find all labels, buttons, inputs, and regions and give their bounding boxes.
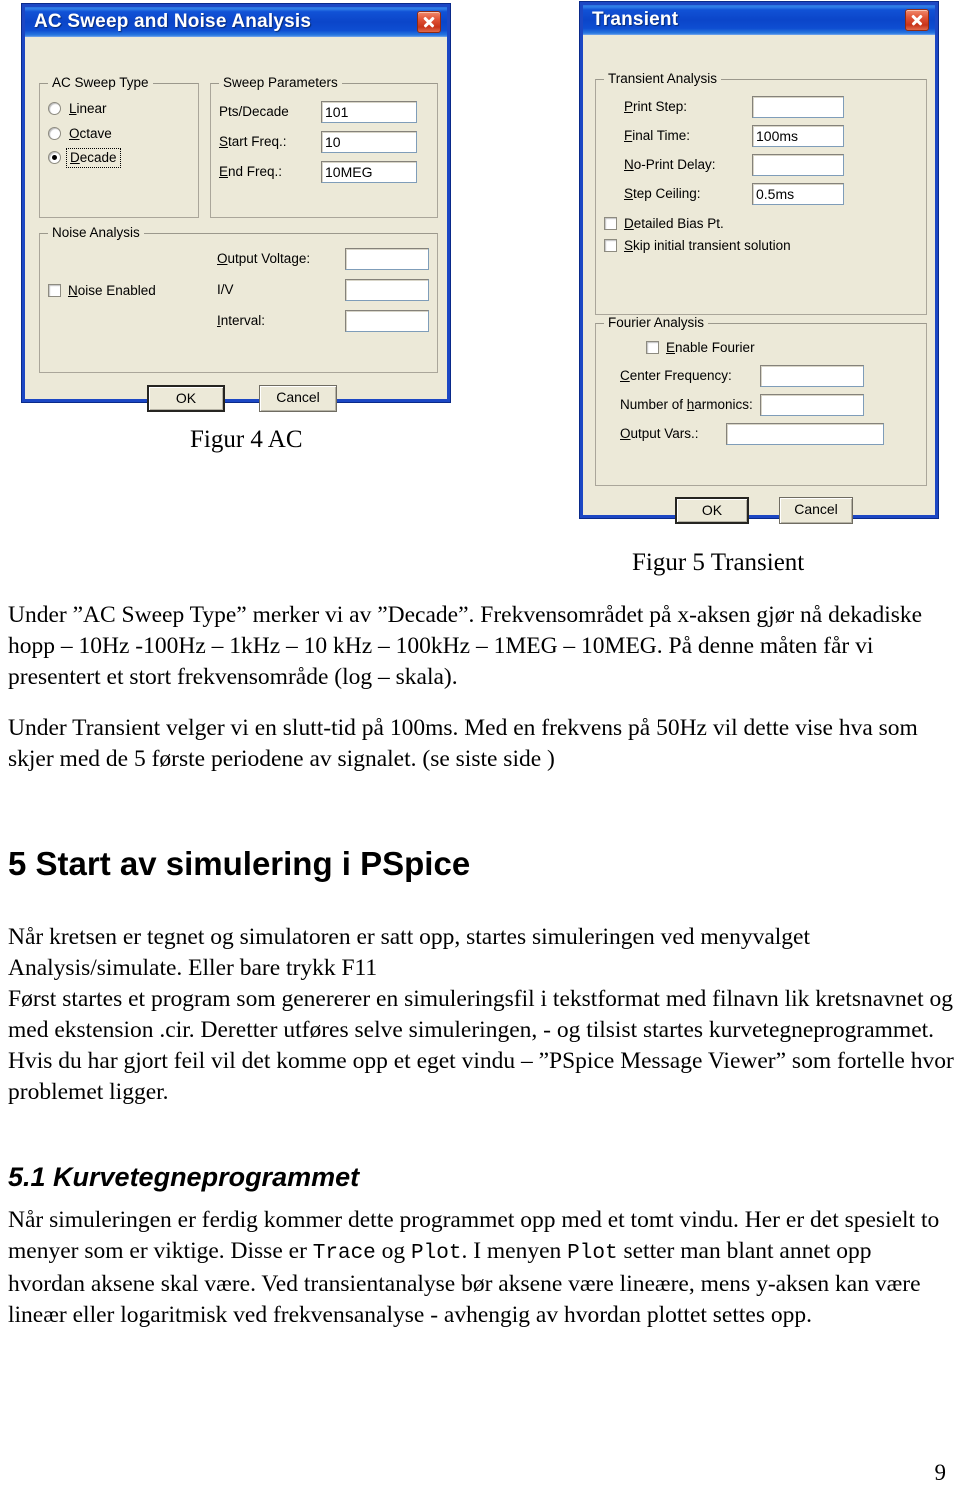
number-of-harmonics-input[interactable]: [760, 393, 864, 416]
label-iv: I/V: [217, 282, 234, 298]
output-voltage-input[interactable]: [345, 248, 429, 270]
start-freq-input[interactable]: 10: [321, 131, 417, 153]
paragraph-simulering-line2: Analysis/simulate. Eller bare trykk F11: [8, 955, 378, 981]
ac-cancel-button[interactable]: Cancel: [259, 385, 337, 412]
transient-ok-button[interactable]: OK: [675, 497, 749, 524]
field-row-pts-decade: Pts/Decade 101: [219, 101, 429, 123]
field-row-interval: Interval:: [217, 310, 429, 332]
ac-sweep-noise-analysis-dialog: AC Sweep and Noise Analysis AC Sweep Typ…: [22, 4, 450, 412]
iv-input[interactable]: [345, 279, 429, 301]
noise-analysis-group: Noise Analysis Noise Enabled Output Volt…: [39, 225, 438, 373]
radio-icon-decade[interactable]: [48, 151, 61, 165]
checkbox-icon-enable-fourier[interactable]: [646, 341, 659, 355]
label-center-frequency: Center Frequency:: [620, 367, 732, 383]
radio-label-decade: Decade: [66, 148, 121, 168]
label-end-freq: End Freq.:: [219, 164, 283, 180]
figure-caption-5: Figur 5 Transient: [632, 549, 805, 576]
checkbox-icon-detailed-bias-pt[interactable]: [604, 217, 617, 231]
detailed-bias-pt-row[interactable]: Detailed Bias Pt.: [604, 217, 918, 231]
label-start-freq: Start Freq.:: [219, 134, 287, 150]
heading-kurvetegneprogrammet: 5.1 Kurvetegneprogrammet: [8, 1162, 360, 1192]
print-step-input[interactable]: [752, 96, 844, 118]
final-time-input[interactable]: 100ms: [752, 125, 844, 147]
label-detailed-bias-pt: Detailed Bias Pt.: [624, 216, 724, 231]
label-interval: Interval:: [217, 313, 266, 329]
transient-dialog-body: Transient Analysis Print Step: Final Tim…: [583, 35, 935, 524]
end-freq-input[interactable]: 10MEG: [321, 161, 417, 183]
enable-fourier-row[interactable]: Enable Fourier: [646, 341, 918, 355]
skip-initial-transient-row[interactable]: Skip initial transient solution: [604, 237, 918, 253]
para4-text-b: og: [375, 1238, 412, 1264]
fourier-analysis-group: Fourier Analysis Enable Fourier Center F…: [595, 315, 927, 486]
label-output-voltage: Output Voltage:: [217, 251, 311, 267]
page-number: 9: [934, 1460, 947, 1485]
paragraph-simulering-rest: Først startes et program som genererer e…: [8, 986, 954, 1105]
radio-option-linear[interactable]: LLinearinear: [48, 102, 190, 116]
output-vars-input[interactable]: [726, 422, 884, 445]
field-row-output-voltage: Output Voltage:: [217, 248, 429, 270]
close-icon[interactable]: [905, 9, 929, 31]
field-row-step-ceiling: Step Ceiling: 0.5ms: [604, 183, 918, 205]
noise-enabled-row[interactable]: Noise Enabled: [48, 284, 217, 298]
para4-menu-trace: Trace: [312, 1242, 376, 1265]
label-step-ceiling: Step Ceiling:: [624, 186, 701, 202]
label-print-step: Print Step:: [624, 99, 688, 115]
fourier-analysis-legend: Fourier Analysis: [604, 315, 709, 330]
noise-analysis-legend: Noise Analysis: [48, 225, 144, 240]
field-row-start-freq: Start Freq.: 10: [219, 131, 429, 153]
paragraph-kurvetegneprogrammet: Når simuleringen er ferdig kommer dette …: [8, 1205, 954, 1331]
transient-cancel-button[interactable]: Cancel: [779, 497, 853, 524]
close-icon[interactable]: [417, 11, 441, 33]
field-row-final-time: Final Time: 100ms: [604, 125, 918, 147]
field-row-end-freq: End Freq.: 10MEG: [219, 161, 429, 183]
transient-dialog-title: Transient: [592, 9, 679, 30]
field-row-iv: I/V: [217, 279, 429, 301]
label-enable-fourier: Enable Fourier: [666, 340, 755, 355]
label-pts-decade: Pts/Decade: [219, 104, 289, 120]
radio-icon-linear[interactable]: [48, 102, 61, 116]
field-row-output-vars: Output Vars.:: [604, 422, 918, 445]
transient-analysis-legend: Transient Analysis: [604, 71, 722, 86]
heading-start-av-simulering: 5 Start av simulering i PSpice: [8, 845, 471, 882]
ac-sweep-type-legend: AC Sweep Type: [48, 75, 153, 90]
para4-text-c: . I menyen: [461, 1238, 568, 1264]
para4-menu-plot-2: Plot: [567, 1242, 618, 1265]
paragraph-simulering-line1: Når kretsen er tegnet og simulatoren er …: [8, 924, 811, 950]
radio-icon-octave[interactable]: [48, 126, 61, 140]
figure-caption-4: Figur 4 AC: [190, 426, 303, 453]
checkbox-icon-skip-initial-transient[interactable]: [604, 238, 617, 252]
checkbox-icon-noise-enabled[interactable]: [48, 284, 61, 298]
label-final-time: Final Time:: [624, 128, 691, 144]
field-row-number-of-harmonics: Number of harmonics:: [604, 393, 918, 416]
label-no-print-delay: No-Print Delay:: [624, 157, 716, 173]
paragraph-transient-explanation: Under Transient velger vi en slutt-tid p…: [8, 715, 918, 772]
step-ceiling-input[interactable]: 0.5ms: [752, 183, 844, 205]
radio-option-octave[interactable]: Octave: [48, 126, 190, 141]
ac-dialog-titlebar[interactable]: AC Sweep and Noise Analysis: [25, 7, 447, 37]
field-row-center-frequency: Center Frequency:: [604, 364, 918, 387]
paragraph-ac-sweep-explanation: Under ”AC Sweep Type” merker vi av ”Deca…: [8, 602, 923, 690]
pts-decade-input[interactable]: 101: [321, 101, 417, 123]
para4-menu-plot-1: Plot: [411, 1242, 462, 1265]
label-skip-initial-transient: Skip initial transient solution: [624, 237, 791, 253]
sweep-parameters-legend: Sweep Parameters: [219, 75, 342, 90]
radio-option-decade[interactable]: Decade: [48, 148, 190, 168]
transient-dialog: Transient Transient Analysis Print Step:…: [580, 2, 938, 524]
label-output-vars: Output Vars.:: [620, 425, 699, 441]
ac-ok-button[interactable]: OK: [147, 385, 225, 412]
ac-sweep-type-group: AC Sweep Type LLinearinear Octave Decade: [39, 75, 199, 218]
field-row-no-print-delay: No-Print Delay:: [604, 154, 918, 176]
transient-analysis-group: Transient Analysis Print Step: Final Tim…: [595, 71, 927, 315]
label-number-of-harmonics: Number of harmonics:: [620, 396, 753, 412]
label-noise-enabled: Noise Enabled: [68, 283, 156, 298]
ac-dialog-title: AC Sweep and Noise Analysis: [34, 11, 312, 32]
no-print-delay-input[interactable]: [752, 154, 844, 176]
interval-input[interactable]: [345, 310, 429, 332]
sweep-parameters-group: Sweep Parameters Pts/Decade 101 Start Fr…: [210, 75, 438, 218]
ac-dialog-body: AC Sweep Type LLinearinear Octave Decade…: [25, 37, 447, 412]
center-frequency-input[interactable]: [760, 364, 864, 387]
field-row-print-step: Print Step:: [604, 96, 918, 118]
transient-dialog-titlebar[interactable]: Transient: [583, 5, 935, 35]
